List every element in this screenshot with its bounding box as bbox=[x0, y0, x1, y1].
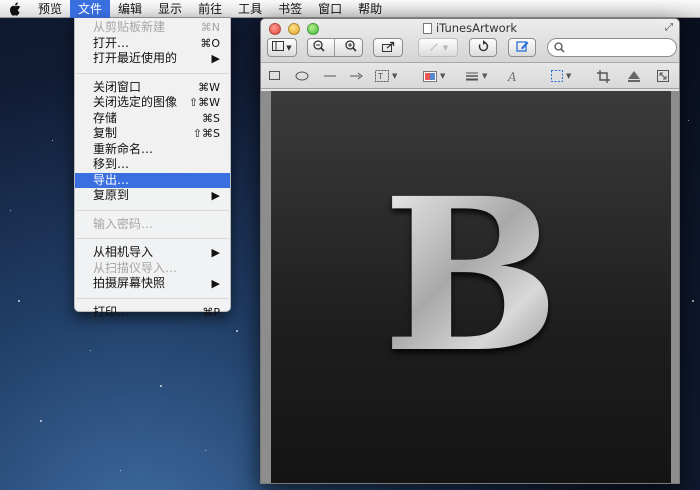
zoom-segmented bbox=[307, 38, 363, 57]
image-canvas: B bbox=[261, 91, 679, 483]
menu-go[interactable]: 前往 bbox=[190, 0, 230, 18]
rotate-button[interactable] bbox=[469, 38, 497, 57]
menu-rename[interactable]: 重新命名… bbox=[75, 142, 230, 158]
pen-icon bbox=[428, 40, 440, 55]
star bbox=[10, 210, 11, 211]
menu-export[interactable]: 导出… bbox=[75, 172, 230, 188]
toolbar: ▼ ▼ bbox=[267, 38, 677, 58]
preview-window: iTunesArtwork ⤢ ▼ ▼ T ▼ ▼ ▼ A ▼ B bbox=[260, 18, 680, 484]
share-button[interactable] bbox=[373, 38, 403, 57]
menu-bookmarks[interactable]: 书签 bbox=[270, 0, 310, 18]
annotation-toolbar: T ▼ ▼ ▼ A ▼ bbox=[261, 63, 679, 89]
window-title: iTunesArtwork bbox=[261, 21, 679, 35]
apple-logo-icon[interactable] bbox=[0, 0, 30, 18]
menu-separator bbox=[76, 209, 229, 211]
line-icon[interactable] bbox=[323, 68, 337, 84]
artwork-image: B bbox=[271, 91, 671, 483]
annotate-icon bbox=[515, 40, 529, 55]
star bbox=[692, 300, 694, 302]
rotate-icon bbox=[478, 40, 489, 55]
menu-revert-to[interactable]: 复原到 ▶ bbox=[75, 188, 230, 204]
menu-help[interactable]: 帮助 bbox=[350, 0, 390, 18]
zoom-out-icon[interactable] bbox=[313, 40, 325, 55]
search-input[interactable] bbox=[547, 38, 677, 57]
menu-take-screenshot[interactable]: 拍摄屏幕快照 ▶ bbox=[75, 276, 230, 292]
menu-view[interactable]: 显示 bbox=[150, 0, 190, 18]
crop-icon[interactable] bbox=[597, 68, 610, 84]
font-icon[interactable]: A bbox=[507, 68, 519, 84]
file-menu-dropdown: 从剪贴板新建 ⌘N 打开… ⌘O 打开最近使用的 ▶ 关闭窗口 ⌘W 关闭选定的图像 ⇧⌘… bbox=[74, 18, 231, 319]
star bbox=[205, 450, 206, 451]
menu-tools[interactable]: 工具 bbox=[230, 0, 270, 18]
menu-separator bbox=[76, 72, 229, 74]
title-bar: iTunesArtwork ⤢ ▼ ▼ bbox=[261, 19, 679, 63]
menu-open[interactable]: 打开… ⌘O bbox=[75, 36, 230, 52]
menu-import-from-camera[interactable]: 从相机导入 ▶ bbox=[75, 245, 230, 261]
document-icon bbox=[422, 22, 432, 34]
sidebar-toggle-button[interactable]: ▼ bbox=[267, 38, 297, 57]
menu-bar: 预览 文件 编辑 显示 前往 工具 书签 窗口 帮助 bbox=[0, 0, 700, 18]
selection-icon[interactable]: ▼ bbox=[551, 68, 571, 84]
resize-icon[interactable] bbox=[657, 68, 669, 84]
sidebar-toggle-icon bbox=[272, 41, 285, 54]
menu-close-window[interactable]: 关闭窗口 ⌘W bbox=[75, 80, 230, 96]
zoom-in-icon[interactable] bbox=[345, 40, 357, 55]
oval-icon[interactable] bbox=[295, 68, 309, 84]
menu-enter-password: 输入密码… bbox=[93, 216, 154, 231]
share-icon bbox=[381, 41, 395, 55]
svg-text:T: T bbox=[377, 72, 383, 81]
menu-print[interactable]: 打印… ⌘P bbox=[75, 305, 230, 321]
star bbox=[236, 330, 238, 332]
fullscreen-icon[interactable]: ⤢ bbox=[665, 22, 673, 33]
star bbox=[688, 120, 689, 121]
star bbox=[18, 300, 20, 302]
menu-window[interactable]: 窗口 bbox=[310, 0, 350, 18]
menu-new-from-clipboard: 从剪贴板新建 ⌘N bbox=[93, 20, 220, 34]
arrow-icon[interactable] bbox=[349, 68, 363, 84]
text-box-icon[interactable]: T ▼ bbox=[375, 68, 397, 84]
window-title-text: iTunesArtwork bbox=[435, 21, 518, 35]
menu-preview[interactable]: 预览 bbox=[30, 0, 70, 18]
color-swatch-icon[interactable]: ▼ bbox=[423, 68, 445, 84]
rectangle-icon[interactable] bbox=[269, 68, 281, 84]
line-weight-icon[interactable]: ▼ bbox=[465, 68, 487, 84]
star bbox=[40, 420, 42, 422]
menu-save[interactable]: 存储 ⌘S bbox=[75, 111, 230, 127]
star bbox=[120, 470, 121, 471]
annotate-button[interactable] bbox=[508, 38, 536, 57]
star bbox=[90, 350, 91, 351]
menu-import-from-scanner: 从扫描仪导入… bbox=[93, 260, 178, 275]
menu-file[interactable]: 文件 bbox=[70, 0, 111, 18]
adjust-color-icon[interactable] bbox=[627, 68, 641, 84]
svg-text:A: A bbox=[507, 70, 517, 82]
menu-open-recent[interactable]: 打开最近使用的 ▶ bbox=[75, 51, 230, 67]
menu-edit[interactable]: 编辑 bbox=[110, 0, 150, 18]
search-icon bbox=[554, 38, 565, 57]
pen-button[interactable]: ▼ bbox=[418, 38, 458, 57]
menu-duplicate[interactable]: 复制 ⇧⌘S bbox=[75, 126, 230, 142]
menu-separator bbox=[76, 297, 229, 299]
artwork-letter: B bbox=[382, 152, 560, 399]
menu-separator bbox=[76, 238, 229, 239]
menu-move-to[interactable]: 移到… bbox=[75, 157, 230, 173]
menu-close-selected-images[interactable]: 关闭选定的图像 ⇧⌘W bbox=[75, 95, 230, 111]
star bbox=[160, 385, 162, 387]
star bbox=[52, 140, 53, 141]
